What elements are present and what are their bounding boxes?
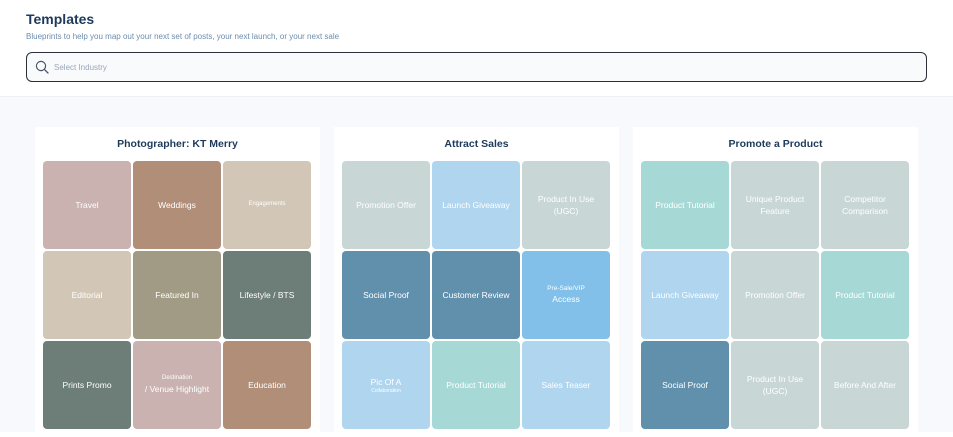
- template-grid: Product Tutorial Unique Product Feature C…: [641, 161, 909, 429]
- industry-search-input[interactable]: [54, 62, 874, 72]
- template-tile-competitor-comparison[interactable]: Competitor Comparison: [821, 161, 909, 249]
- template-tile-unique-product-feature[interactable]: Unique Product Feature: [731, 161, 819, 249]
- industry-search[interactable]: [26, 52, 927, 82]
- template-tile-product-tutorial[interactable]: Product Tutorial: [821, 251, 909, 339]
- template-tile-product-in-use[interactable]: Product In Use (UGC): [522, 161, 610, 249]
- template-card-attract-sales: Attract Sales Promotion Offer Launch Giv…: [334, 127, 619, 437]
- template-tile-travel[interactable]: Travel: [43, 161, 131, 249]
- template-tile-before-and-after[interactable]: Before And After: [821, 341, 909, 429]
- page-title: Templates: [26, 11, 95, 27]
- template-tile-product-tutorial[interactable]: Product Tutorial: [641, 161, 729, 249]
- template-tile-lifestyle-bts[interactable]: Lifestyle / BTS: [223, 251, 311, 339]
- template-tile-pic-of-a-collab[interactable]: Pic Of A Collaboration: [342, 341, 430, 429]
- template-tile-social-proof[interactable]: Social Proof: [342, 251, 430, 339]
- templates-area: Photographer: KT Merry Travel Weddings E…: [0, 97, 953, 437]
- card-title: Attract Sales: [444, 138, 509, 150]
- template-tile-pre-sale-vip[interactable]: Pre-Sale/VIP Access: [522, 251, 610, 339]
- template-tile-engagements[interactable]: Engagements: [223, 161, 311, 249]
- template-tile-launch-giveaway[interactable]: Launch Giveaway: [641, 251, 729, 339]
- template-tile-prints-promo[interactable]: Prints Promo: [43, 341, 131, 429]
- template-tile-product-in-use[interactable]: Product In Use (UGC): [731, 341, 819, 429]
- template-grid: Promotion Offer Launch Giveaway Product …: [342, 161, 610, 429]
- template-tile-social-proof[interactable]: Social Proof: [641, 341, 729, 429]
- template-tile-customer-review[interactable]: Customer Review: [432, 251, 520, 339]
- template-tile-promotion-offer[interactable]: Promotion Offer: [731, 251, 819, 339]
- template-tile-sales-teaser[interactable]: Sales Teaser: [522, 341, 610, 429]
- card-title: Promote a Product: [728, 138, 823, 150]
- template-tile-education[interactable]: Education: [223, 341, 311, 429]
- template-grid: Travel Weddings Engagements Editorial Fe…: [43, 161, 311, 429]
- template-tile-editorial[interactable]: Editorial: [43, 251, 131, 339]
- search-icon: [35, 60, 49, 74]
- template-tile-weddings[interactable]: Weddings: [133, 161, 221, 249]
- template-tile-featured-in[interactable]: Featured In: [133, 251, 221, 339]
- card-title: Photographer: KT Merry: [117, 138, 238, 150]
- template-card-photographer: Photographer: KT Merry Travel Weddings E…: [35, 127, 320, 437]
- template-tile-launch-giveaway[interactable]: Launch Giveaway: [432, 161, 520, 249]
- page-subtitle: Blueprints to help you map out your next…: [26, 32, 340, 41]
- page-header: Templates Blueprints to help you map out…: [0, 0, 953, 97]
- template-card-promote-product: Promote a Product Product Tutorial Uniqu…: [633, 127, 918, 437]
- template-tile-destination-venue[interactable]: Destination / Venue Highlight: [133, 341, 221, 429]
- template-tile-promotion-offer[interactable]: Promotion Offer: [342, 161, 430, 249]
- template-tile-product-tutorial[interactable]: Product Tutorial: [432, 341, 520, 429]
